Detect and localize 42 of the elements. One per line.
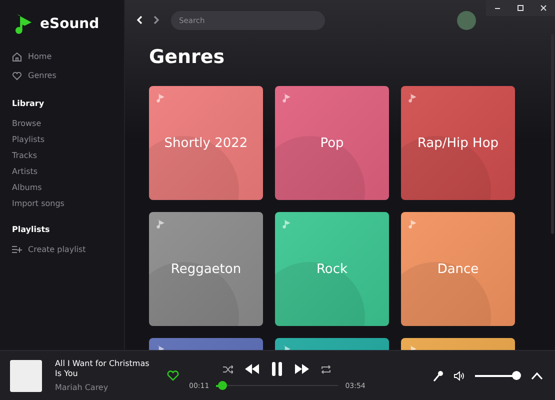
genre-card[interactable]: Dance — [401, 212, 515, 326]
shuffle-icon[interactable] — [223, 364, 234, 374]
library-link[interactable]: Tracks — [12, 150, 38, 160]
home-icon — [12, 52, 22, 62]
library-link[interactable]: Artists — [12, 166, 38, 176]
note-icon — [407, 92, 418, 103]
note-icon — [155, 92, 166, 103]
genre-card[interactable]: Reggaeton — [149, 212, 263, 326]
section-heading: Library — [12, 99, 46, 108]
track-title[interactable]: All I Want for Christmas Is You — [55, 359, 155, 379]
repeat-icon[interactable] — [321, 364, 332, 374]
nav-link[interactable]: Genres — [28, 71, 56, 80]
heart-icon — [12, 70, 22, 80]
next-icon[interactable] — [295, 364, 310, 374]
create-playlist-link[interactable]: Create playlist — [28, 244, 86, 254]
library-link[interactable]: Browse — [12, 118, 42, 128]
app-name: eSound — [40, 16, 100, 32]
album-art — [10, 360, 42, 392]
library-link[interactable]: Import songs — [12, 198, 64, 208]
library-link[interactable]: Playlists — [12, 134, 45, 144]
avatar[interactable] — [457, 10, 476, 30]
note-icon — [407, 218, 418, 229]
genre-card[interactable]: Pop — [275, 86, 389, 200]
nav-link[interactable]: Home — [28, 52, 52, 61]
page-title: Genres — [149, 46, 226, 68]
library-link[interactable]: Albums — [12, 182, 42, 192]
previous-icon[interactable] — [245, 364, 260, 374]
section-heading: Playlists — [12, 225, 51, 234]
pause-icon[interactable] — [271, 361, 284, 377]
slider-thumb[interactable] — [218, 381, 227, 390]
track-artist[interactable]: Mariah Carey — [55, 383, 155, 392]
microphone-icon[interactable] — [432, 370, 444, 382]
volume-icon[interactable] — [454, 370, 465, 380]
genre-card[interactable]: Shortly 2022 — [149, 86, 263, 200]
chevron-up-icon[interactable] — [531, 372, 543, 380]
heart-icon[interactable] — [167, 370, 179, 381]
note-icon — [155, 218, 166, 229]
note-icon — [281, 92, 292, 103]
note-icon — [281, 218, 292, 229]
genre-card[interactable]: Rap/Hip Hop — [401, 86, 515, 200]
add-list-icon — [12, 244, 22, 254]
slider-thumb[interactable] — [512, 371, 521, 380]
